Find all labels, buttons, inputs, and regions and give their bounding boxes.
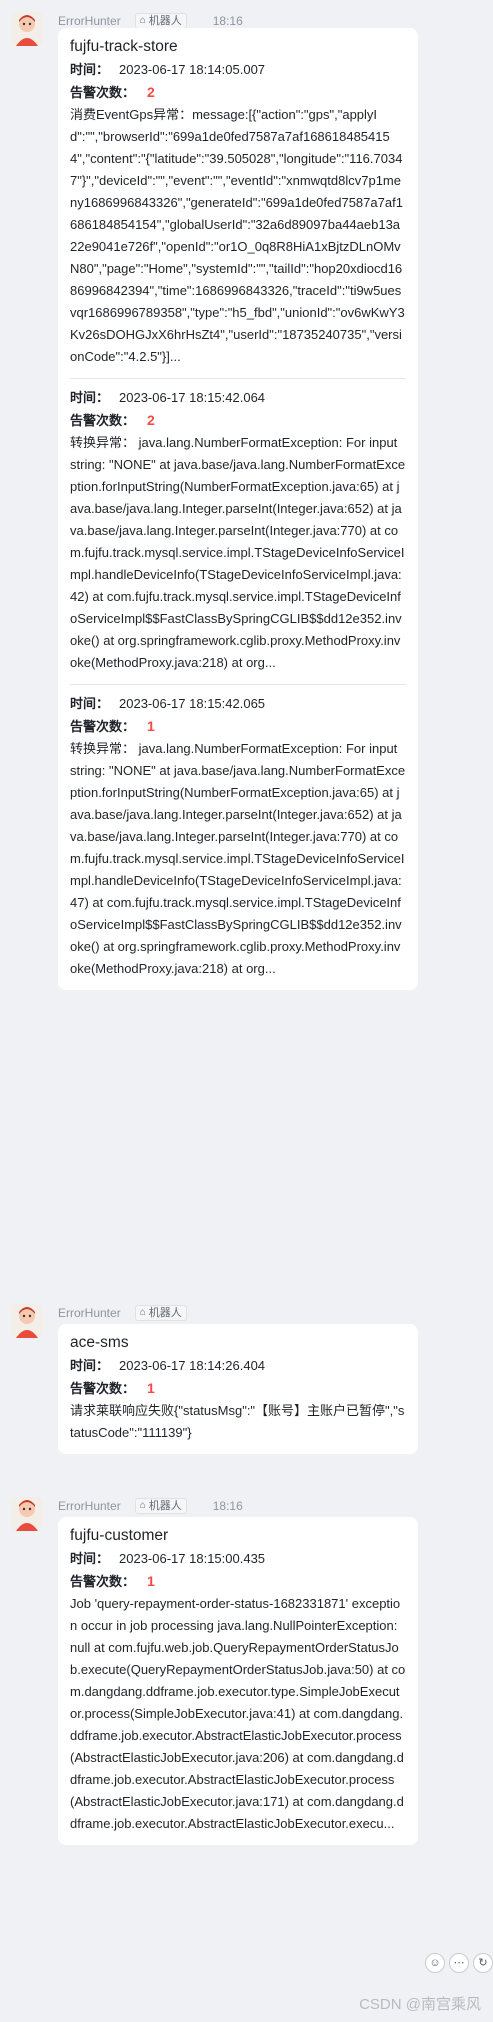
divider [70,684,406,685]
alert-count: 1 [147,1380,155,1396]
count-label: 告警次数： [70,1381,136,1396]
more-icon[interactable]: ↻ [473,1953,493,1973]
alert-count: 2 [147,412,155,428]
card-title: fujfu-track-store [70,38,178,55]
reply-icon[interactable]: ⋯ [449,1953,469,1973]
time-label: 时间： [70,390,110,405]
alert-entry: 时间： 2023-06-17 18:15:42.064 告警次数： 2 转换异常： … [70,387,406,674]
alert-count: 2 [147,84,155,100]
alert-count: 1 [147,718,155,734]
alert-time: 2023-06-17 18:15:42.065 [119,696,266,711]
avatar-icon [11,1304,43,1338]
time-label: 时间： [70,62,110,77]
alert-entry: 时间： 2023-06-17 18:14:26.404 告警次数： 1 请求莱联响应… [70,1355,406,1444]
sender-name[interactable]: ErrorHunter [58,1498,121,1514]
card-title: fujfu-customer [70,1527,169,1544]
alert-text: 请求莱联响应失败{"statusMsg":"【账号】主账户已暂停","statu… [70,1403,405,1440]
alert-entry: 时间： 2023-06-17 18:15:42.065 告警次数： 1 转换异常： … [70,693,406,980]
sender-line: ErrorHunter ⌂ 机器人 18:16 [58,1498,243,1514]
add-reaction-icon[interactable]: ☺ [425,1953,445,1973]
alert-time: 2023-06-17 18:14:05.007 [119,62,266,77]
alert-entry: 时间： 2023-06-17 18:14:05.007 告警次数： 2 消费Even… [70,59,406,368]
bot-tag-label: 机器人 [148,1307,182,1319]
message-card: fujfu-customer 时间： 2023-06-17 18:15:00.43… [58,1517,418,1845]
card-title: ace-sms [70,1334,129,1351]
avatar[interactable] [11,1497,43,1531]
sender-line: ErrorHunter ⌂ 机器人 18:16 [58,13,243,29]
alert-text: 转换异常： java.lang.NumberFormatException: F… [70,435,406,670]
alert-time: 2023-06-17 18:14:26.404 [119,1358,266,1373]
bot-tag: ⌂ 机器人 [134,13,187,29]
sender-name[interactable]: ErrorHunter [58,13,121,29]
watermark: CSDN @南宫乘风 [359,1996,481,2013]
count-label: 告警次数： [70,413,136,428]
robot-icon: ⌂ [139,1307,146,1318]
alert-time: 2023-06-17 18:15:00.435 [119,1551,266,1566]
avatar-icon [11,1497,43,1531]
count-label: 告警次数： [70,1574,136,1589]
avatar-icon [11,12,43,46]
alert-count: 1 [147,1573,155,1589]
message-time: 18:16 [212,14,243,28]
message-card: fujfu-track-store 时间： 2023-06-17 18:14:05… [58,28,418,990]
robot-icon: ⌂ [139,15,146,26]
alert-text: 消费EventGps异常：message:[{"action":"gps","a… [70,107,405,364]
bot-tag: ⌂ 机器人 [134,1498,187,1514]
divider [70,378,406,379]
robot-icon: ⌂ [139,1500,146,1511]
bot-tag-label: 机器人 [148,1500,182,1512]
bot-tag: ⌂ 机器人 [134,1305,187,1321]
time-label: 时间： [70,696,110,711]
alert-text: 转换异常： java.lang.NumberFormatException: F… [70,741,406,976]
avatar[interactable] [11,1304,43,1338]
message-card: ace-sms 时间： 2023-06-17 18:14:26.404 告警次数：… [58,1324,418,1454]
avatar[interactable] [11,12,43,46]
count-label: 告警次数： [70,85,136,100]
time-label: 时间： [70,1551,110,1566]
message-time: 18:16 [212,1499,243,1513]
count-label: 告警次数： [70,719,136,734]
sender-name[interactable]: ErrorHunter [58,1305,121,1321]
alert-time: 2023-06-17 18:15:42.064 [119,390,266,405]
sender-line: ErrorHunter ⌂ 机器人 [58,1305,187,1321]
reaction-bar: ☺ ⋯ ↻ [425,1953,493,1973]
alert-entry: 时间： 2023-06-17 18:15:00.435 告警次数： 1 Job 'q… [70,1548,406,1835]
time-label: 时间： [70,1358,110,1373]
alert-text: Job 'query-repayment-order-status-168233… [70,1596,406,1831]
bot-tag-label: 机器人 [148,15,182,27]
